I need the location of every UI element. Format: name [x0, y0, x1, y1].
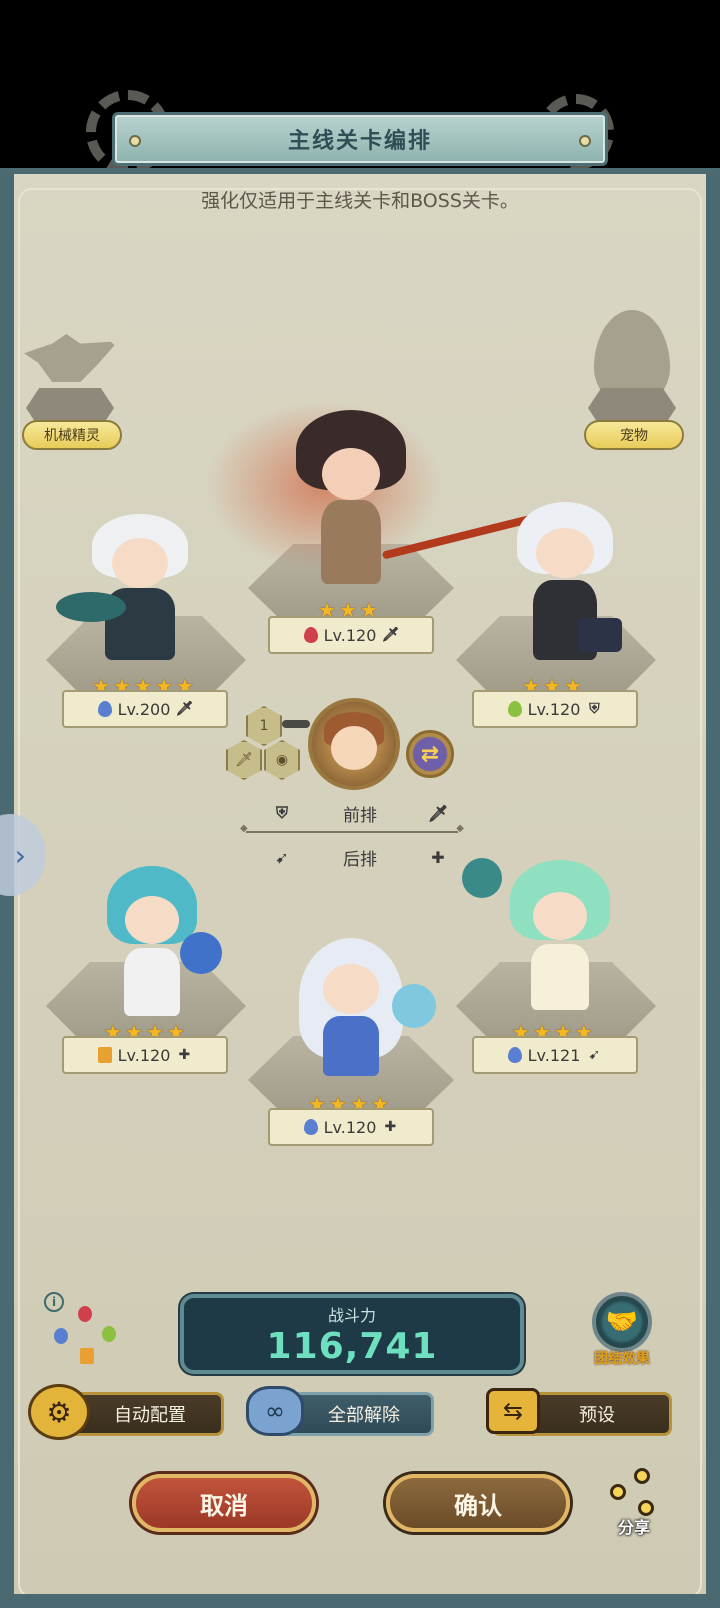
handshake-icon: 🤝 — [592, 1292, 652, 1352]
combat-power-label: 战斗力 — [327, 1305, 376, 1325]
subtitle: 强化仅适用于主线关卡和BOSS关卡。 — [201, 190, 519, 212]
share-node — [610, 1484, 626, 1500]
water-element-icon — [97, 701, 112, 717]
hero-level-box: Lv.200 🗡 — [62, 690, 228, 728]
water-element-icon — [303, 1119, 318, 1135]
water-element-icon — [54, 1328, 68, 1344]
dragon-tail-icon — [56, 592, 126, 622]
legend-divider — [240, 823, 464, 834]
hero-level: Lv.120 — [323, 1117, 377, 1137]
page-title: 主线关卡编排 — [287, 129, 432, 154]
banner-rivet-icon — [579, 135, 591, 147]
sword-icon: 🗡 — [427, 803, 449, 823]
banner-rivet-icon — [129, 135, 141, 147]
front-row-label: 前排 — [343, 805, 377, 826]
mech-spirit-label: 机械精灵 — [22, 420, 122, 450]
earth-element-icon — [80, 1348, 94, 1364]
confirm-label: 确认 — [454, 1491, 502, 1520]
pet-label: 宠物 — [584, 420, 684, 450]
shield-icon: ⛨ — [589, 701, 600, 717]
swap-arrows-icon: ⇆ — [486, 1388, 540, 1434]
gear-icon: ⚙ — [28, 1384, 90, 1440]
wind-element-icon — [102, 1326, 116, 1342]
wind-element-icon — [507, 701, 522, 717]
back-row-legend: ➹ 后排 ✚ — [270, 842, 450, 872]
hero-level: Lv.120 — [323, 625, 377, 645]
shield-icon: ⛨ — [275, 803, 288, 822]
hero-level: Lv.120 — [527, 699, 581, 719]
chain-icon — [282, 720, 310, 728]
briefcase-icon — [578, 618, 622, 652]
cancel-button[interactable]: 取消 — [132, 1474, 316, 1532]
teapot-icon — [392, 984, 436, 1028]
team-effect-button[interactable]: 🤝 团结效果 — [586, 1292, 656, 1372]
share-icon — [634, 1468, 650, 1484]
clear-all-label: 全部解除 — [328, 1405, 400, 1426]
sword-icon: 🗡 — [175, 701, 194, 717]
fire-element-icon — [78, 1306, 92, 1322]
hero-level: Lv.200 — [117, 699, 171, 719]
confirm-button[interactable]: 确认 — [386, 1474, 570, 1532]
cancel-label: 取消 — [200, 1491, 248, 1520]
hero-level-box: Lv.120 ✚ — [268, 1108, 434, 1146]
share-label: 分享 — [617, 1518, 650, 1537]
element-cycle-wheel[interactable] — [54, 1306, 120, 1366]
hero-level: Lv.120 — [117, 1045, 171, 1065]
front-row-legend: ⛨ 前排 🗡 — [270, 798, 450, 828]
hero-level-box: Lv.120 ⛨ — [472, 690, 638, 728]
hero-level-box: Lv.120 🗡 — [268, 616, 434, 654]
preset-label: 预设 — [579, 1405, 615, 1426]
water-element-icon — [507, 1047, 522, 1063]
swap-icon[interactable]: ⇄ — [406, 730, 454, 778]
hero-level-box: Lv.120 ✚ — [62, 1036, 228, 1074]
sword-icon: 🗡 — [381, 627, 400, 643]
bottom-bar — [0, 1594, 720, 1608]
title-banner: 主线关卡编排 — [112, 112, 608, 166]
hero-sprite-elf-priestess — [500, 856, 620, 1016]
combat-power-panel: 战斗力 116,741 — [180, 1294, 524, 1374]
bow-icon: ➹ — [588, 1047, 601, 1063]
staff-icon — [462, 858, 502, 898]
hero-level-box: Lv.121 ➹ — [472, 1036, 638, 1074]
auto-assign-label: 自动配置 — [114, 1405, 186, 1426]
team-effect-label: 团结效果 — [594, 1351, 650, 1367]
hero-sprite-dragon-knight — [70, 500, 210, 670]
chevron-right-icon: › — [14, 838, 26, 872]
plus-icon: ✚ — [431, 847, 445, 867]
earth-element-icon — [97, 1047, 112, 1063]
hero-sprite-flame-demon — [286, 400, 416, 600]
water-orb-icon — [180, 932, 222, 974]
leader-portrait-face — [331, 726, 377, 770]
hero-level: Lv.121 — [527, 1045, 581, 1065]
leader-rank-number: 1 — [259, 718, 269, 734]
share-button[interactable]: 分享 — [604, 1466, 664, 1537]
back-row-label: 后排 — [343, 849, 377, 870]
plus-icon: ✚ — [384, 1119, 397, 1135]
plus-icon: ✚ — [178, 1047, 191, 1063]
bow-icon: ➹ — [275, 847, 289, 867]
unlink-icon: ∞ — [246, 1386, 304, 1436]
combat-power-value: 116,741 — [266, 1325, 438, 1367]
fire-element-icon — [303, 627, 318, 643]
